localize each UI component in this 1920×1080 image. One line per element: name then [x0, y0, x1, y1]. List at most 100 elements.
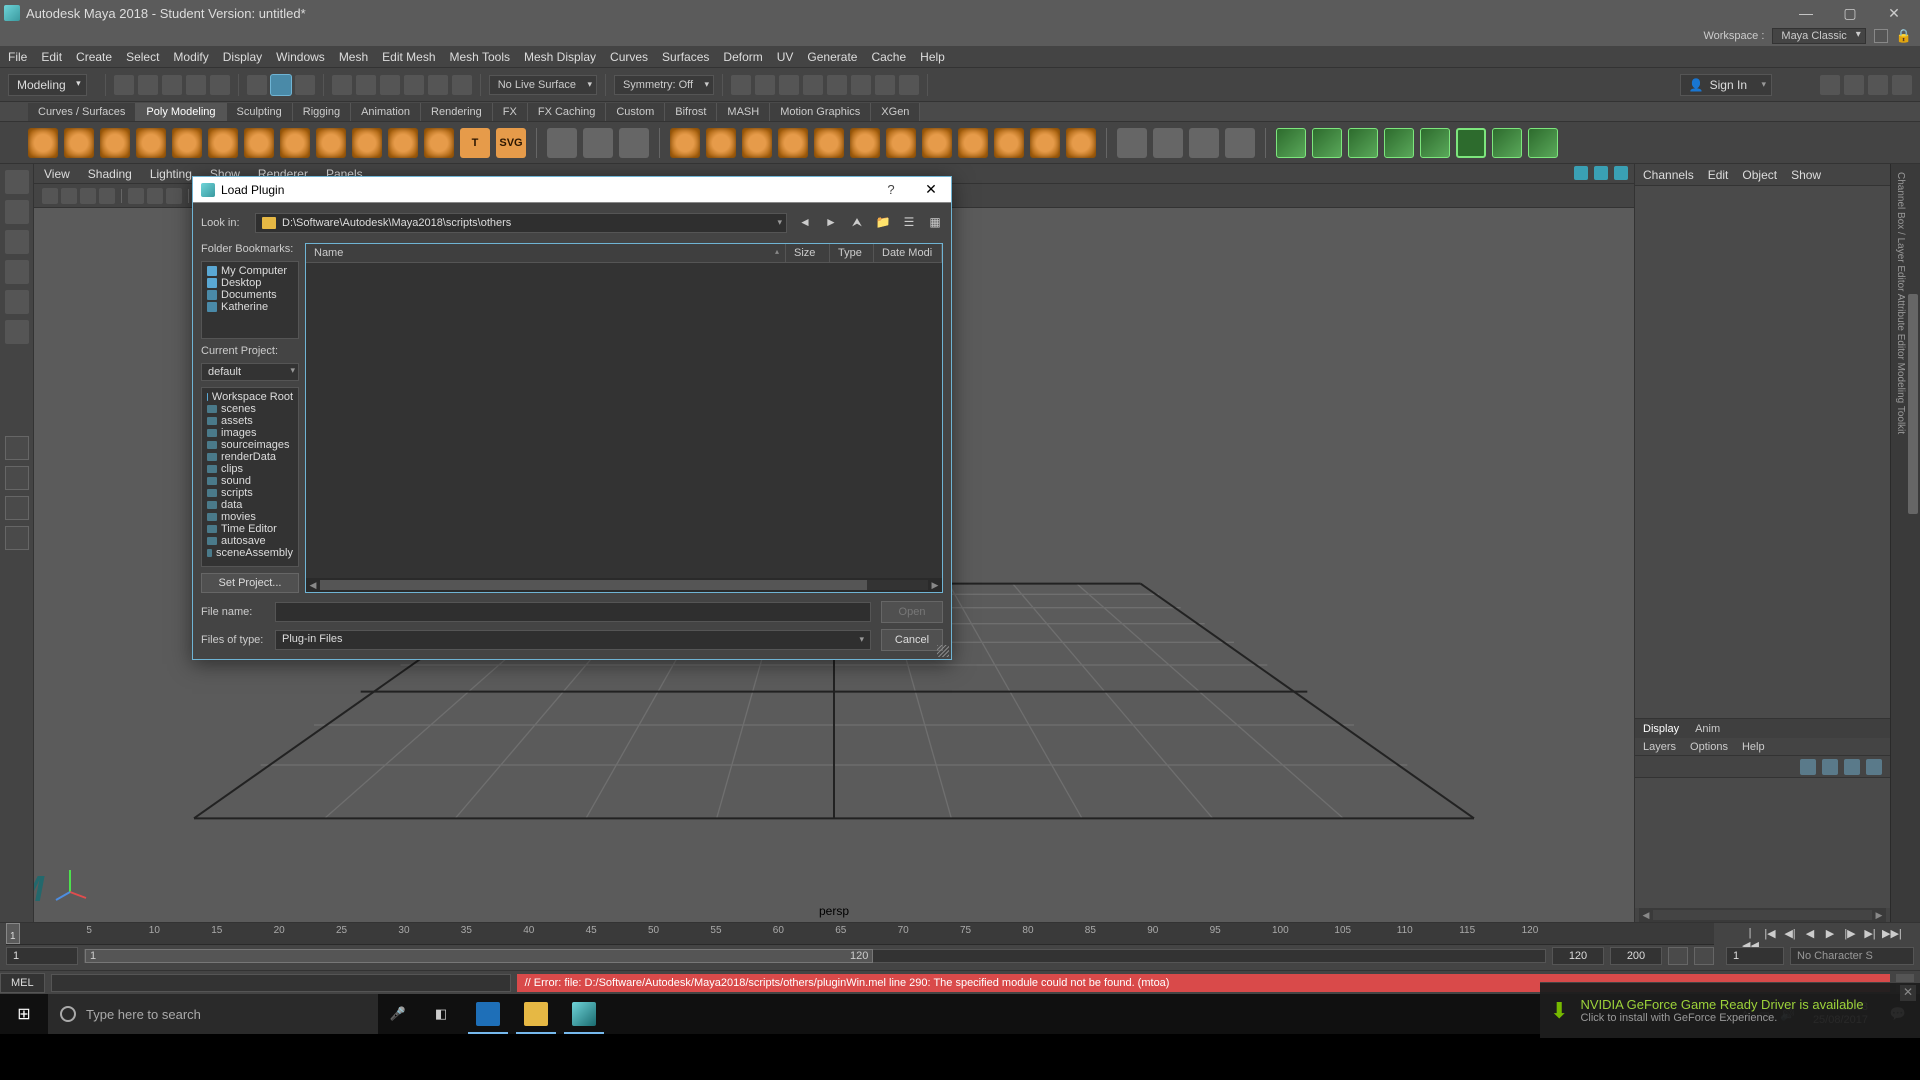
shelf-tab-mash[interactable]: MASH [717, 103, 770, 121]
rotate-tool-icon[interactable] [5, 290, 29, 314]
taskbar-app-maya[interactable] [560, 994, 608, 1034]
maximize-button[interactable]: ▢ [1828, 0, 1872, 26]
menu-mesh-tools[interactable]: Mesh Tools [450, 50, 510, 64]
xray-toggle-icon[interactable] [1574, 166, 1588, 180]
paint-select-tool-icon[interactable] [5, 230, 29, 254]
four-pane-layout-icon[interactable] [5, 466, 29, 490]
vp-menu-shading[interactable]: Shading [88, 167, 132, 181]
mel-input[interactable] [51, 974, 511, 992]
mirror-icon[interactable] [922, 128, 952, 158]
render-setup-icon[interactable] [851, 75, 871, 95]
range-end1-input[interactable]: 120 [1552, 947, 1604, 965]
wireframe-toggle-icon[interactable] [1594, 166, 1608, 180]
layers-menu-layers[interactable]: Layers [1643, 741, 1676, 753]
toggle-tool-settings-icon[interactable] [1868, 75, 1888, 95]
range-end2-input[interactable]: 200 [1610, 947, 1662, 965]
shelf-tab-fx-caching[interactable]: FX Caching [528, 103, 606, 121]
layer-editor-body[interactable] [1635, 778, 1890, 908]
poly-prism-icon[interactable] [352, 128, 382, 158]
auto-key-button[interactable] [1694, 947, 1714, 965]
bridge-icon[interactable] [814, 128, 844, 158]
start-button[interactable]: ⊞ [0, 994, 48, 1034]
layers-tab-anim[interactable]: Anim [1695, 723, 1720, 735]
chan-object[interactable]: Object [1742, 168, 1777, 182]
render-view-icon[interactable] [731, 75, 751, 95]
combine-icon[interactable] [670, 128, 700, 158]
layer-scroll[interactable]: ◀▶ [1639, 908, 1886, 922]
poly-type-icon[interactable]: T [460, 128, 490, 158]
single-pane-layout-icon[interactable] [5, 436, 29, 460]
bevel-icon[interactable] [850, 128, 880, 158]
fill-hole-icon[interactable] [1030, 128, 1060, 158]
light-editor-icon[interactable] [875, 75, 895, 95]
symmetry-dropdown[interactable]: Symmetry: Off [614, 75, 714, 95]
taskbar-app-explorer[interactable] [512, 994, 560, 1034]
layer-move-up-icon[interactable] [1800, 759, 1816, 775]
chan-show[interactable]: Show [1791, 168, 1821, 182]
step-back-button[interactable]: ◀| [1782, 927, 1798, 941]
target-weld-icon[interactable] [994, 128, 1024, 158]
redo-icon[interactable] [210, 75, 230, 95]
create-empty-layer-icon[interactable] [1844, 759, 1860, 775]
right-side-tabs[interactable]: Channel Box / Layer Editor Attribute Edi… [1890, 164, 1906, 922]
filetype-dropdown[interactable]: Plug-in Files [275, 630, 871, 650]
nvidia-notification[interactable]: ⬇ NVIDIA GeForce Game Ready Driver is av… [1540, 982, 1920, 1038]
menu-modify[interactable]: Modify [173, 50, 208, 64]
poly-torus-icon[interactable] [172, 128, 202, 158]
create-layer-from-selected-icon[interactable] [1866, 759, 1882, 775]
move-tool-icon[interactable] [5, 260, 29, 284]
go-to-start-button[interactable]: |◀◀ [1742, 927, 1758, 941]
shelf-tab-animation[interactable]: Animation [351, 103, 421, 121]
quad-draw-icon[interactable] [1276, 128, 1306, 158]
viewport-panel[interactable]: View Shading Lighting Show Renderer Pane… [34, 164, 1634, 922]
menu-edit-mesh[interactable]: Edit Mesh [382, 50, 435, 64]
booleans-icon[interactable] [742, 128, 772, 158]
menu-edit[interactable]: Edit [41, 50, 62, 64]
snap-plane-icon[interactable] [428, 75, 448, 95]
render-settings-icon[interactable] [803, 75, 823, 95]
step-forward-key-button[interactable]: ▶| [1862, 927, 1878, 941]
set-key-button[interactable] [1668, 947, 1688, 965]
poly-cube-icon[interactable] [64, 128, 94, 158]
project-tree[interactable]: Workspace Root scenes assets images sour… [201, 387, 299, 567]
poly-platonic-icon[interactable] [280, 128, 310, 158]
spin-edge-icon[interactable] [1528, 128, 1558, 158]
menu-help[interactable]: Help [920, 50, 945, 64]
superellipse-icon[interactable] [547, 128, 577, 158]
live-surface-dropdown[interactable]: No Live Surface [489, 75, 597, 95]
step-forward-button[interactable]: |▶ [1842, 927, 1858, 941]
vp-2d-pan-icon[interactable] [147, 188, 163, 204]
undo-icon[interactable] [186, 75, 206, 95]
poly-cylinder-icon[interactable] [100, 128, 130, 158]
menu-create[interactable]: Create [76, 50, 112, 64]
poly-helix-icon[interactable] [424, 128, 454, 158]
snap-point-icon[interactable] [380, 75, 400, 95]
sculpt-icon[interactable] [1348, 128, 1378, 158]
current-time-indicator[interactable]: 1 [6, 923, 20, 944]
right-scrollbar[interactable] [1906, 164, 1920, 922]
dialog-help-button[interactable]: ? [871, 182, 911, 197]
shelf-tab-sculpting[interactable]: Sculpting [227, 103, 293, 121]
select-tool-icon[interactable] [5, 170, 29, 194]
filename-input[interactable] [275, 602, 871, 622]
shelf-tab-rendering[interactable]: Rendering [421, 103, 493, 121]
file-list-hscroll[interactable]: ◀▶ [306, 578, 942, 592]
toggle-modeling-toolkit-icon[interactable] [1820, 75, 1840, 95]
toggle-attribute-editor-icon[interactable] [1844, 75, 1864, 95]
poly-cone-icon[interactable] [136, 128, 166, 158]
sidebar-toggle-button[interactable] [1874, 29, 1888, 43]
current-project-dropdown[interactable]: default [201, 363, 299, 381]
vp-image-plane-icon[interactable] [128, 188, 144, 204]
menu-mesh-display[interactable]: Mesh Display [524, 50, 596, 64]
workspace-dropdown[interactable]: Maya Classic [1772, 28, 1865, 44]
ipr-render-icon[interactable] [779, 75, 799, 95]
insert-edge-loop-icon[interactable] [1153, 128, 1183, 158]
range-start-input[interactable]: 1 [6, 947, 78, 965]
path-dropdown[interactable]: D:\Software\Autodesk\Maya2018\scripts\ot… [255, 213, 787, 233]
lasso-tool-icon[interactable] [5, 200, 29, 224]
folder-bookmarks-list[interactable]: My Computer Desktop Documents Katherine [201, 261, 299, 339]
task-view-button[interactable]: ◧ [418, 1006, 464, 1022]
vp-menu-view[interactable]: View [44, 167, 70, 181]
separate-icon[interactable] [706, 128, 736, 158]
character-set-dropdown[interactable]: No Character S [1790, 947, 1914, 965]
